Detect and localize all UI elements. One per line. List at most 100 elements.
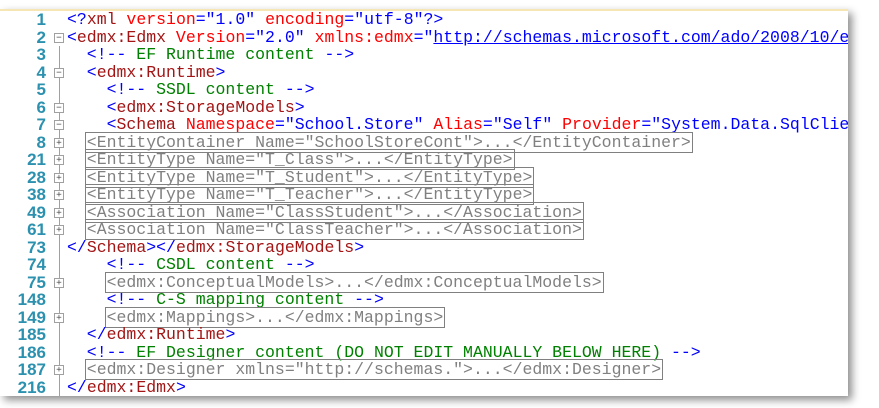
xml-delimiter: <!-- <box>86 45 127 64</box>
xml-delimiter: > <box>175 377 186 396</box>
xml-delimiter: --> <box>324 45 355 64</box>
code-line[interactable]: 73 </Schema></edmx:StorageModels> <box>0 237 848 257</box>
line-number: 186 <box>17 342 46 362</box>
xml-delimiter: > <box>354 237 365 257</box>
fold-guide <box>59 81 60 99</box>
xml-delimiter: < <box>67 27 77 47</box>
element-name: edmx:StorageModels <box>116 97 295 117</box>
xml-delimiter: > <box>215 62 226 82</box>
code-line[interactable]: 5 <!-- SSDL content --> <box>0 81 848 99</box>
code-line[interactable]: 148 <!-- C-S mapping content --> <box>0 291 848 309</box>
xml-delimiter: =" <box>413 27 434 47</box>
comment-text: SSDL content <box>146 80 285 99</box>
xml-delimiter: ></ <box>146 237 176 257</box>
expand-icon[interactable]: + <box>54 137 64 148</box>
element-name: Schema <box>86 237 147 257</box>
line-number: 185 <box>17 325 46 344</box>
code-line[interactable]: 3 <!-- EF Runtime content --> <box>0 46 848 64</box>
xml-delimiter: </ <box>67 237 87 257</box>
code-text: <EntityType Name="T_Teacher">...</Entity… <box>84 184 535 205</box>
code-line[interactable]: 38 + <EntityType Name="T_Teacher">...</Ent… <box>0 184 848 205</box>
expand-icon[interactable]: + <box>54 312 64 323</box>
line-number: 74 <box>27 255 46 274</box>
attribute-name: version <box>116 10 196 29</box>
element-name: xml <box>86 10 117 29</box>
line-number: 49 <box>27 202 46 222</box>
collapse-icon[interactable]: − <box>54 120 64 130</box>
code-text: </edmx:Runtime> <box>87 326 236 344</box>
attribute-value: "utf-8" <box>354 10 424 29</box>
code-line[interactable]: 185 </edmx:Runtime> <box>0 326 848 344</box>
xml-delimiter: < <box>106 97 117 117</box>
code-text: <edmx:StorageModels> <box>106 97 305 117</box>
code-text: </Schema></edmx:StorageModels> <box>67 237 365 257</box>
element-name: edmx:StorageModels <box>175 237 355 257</box>
fold-guide <box>59 238 60 256</box>
xml-delimiter: > <box>294 97 305 117</box>
line-number: 38 <box>27 185 46 204</box>
attribute-value: "2.0" <box>255 27 305 47</box>
code-line[interactable]: 187 + <edmx:Designer xmlns="http://schemas… <box>0 359 848 380</box>
expand-icon[interactable]: + <box>54 190 64 200</box>
code-text: <!-- SSDL content --> <box>107 81 315 99</box>
collapse-icon[interactable]: − <box>54 32 64 43</box>
expand-icon[interactable]: + <box>54 155 64 165</box>
xml-delimiter: --> <box>671 342 701 362</box>
code-text: <edmx:Runtime> <box>86 62 226 82</box>
xml-delimiter: </ <box>86 325 107 344</box>
expand-icon[interactable]: + <box>54 207 64 218</box>
code-line[interactable]: 74 <!-- CSDL content --> <box>0 256 848 274</box>
expand-icon[interactable]: + <box>54 172 64 183</box>
code-line[interactable]: 61 + <Association Name="ClassTeacher">...<… <box>0 219 848 240</box>
expand-icon[interactable]: + <box>54 225 64 235</box>
element-name: edmx:Runtime <box>96 62 216 82</box>
fold-guide <box>59 256 60 274</box>
code-line[interactable]: 4− <edmx:Runtime> <box>0 62 848 82</box>
code-line[interactable]: 149 + <edmx:Mappings>...</edmx:Mappings> <box>0 306 848 328</box>
code-text: </edmx:Edmx> <box>67 377 186 397</box>
line-number: 61 <box>27 220 46 239</box>
line-number: 21 <box>27 150 46 169</box>
code-line[interactable]: 1 <?xml version="1.0" encoding="utf-8"?> <box>0 11 848 29</box>
xml-delimiter: --> <box>284 80 315 99</box>
line-number: 8 <box>36 132 46 152</box>
line-number: 148 <box>17 290 46 309</box>
code-text: <!-- C-S mapping content --> <box>107 291 384 309</box>
collapse-icon[interactable]: − <box>54 102 64 113</box>
namespace-link[interactable]: http://schemas.microsoft.com/ado/2008/10… <box>433 28 848 47</box>
line-number: 5 <box>36 80 46 99</box>
code-text: <?xml version="1.0" encoding="utf-8"?> <box>67 11 443 29</box>
fold-guide <box>59 343 60 361</box>
xml-delimiter: = <box>245 27 256 47</box>
xml-editor[interactable]: 1 <?xml version="1.0" encoding="utf-8"?> 2… <box>0 9 848 396</box>
attribute-name: xmlns:edmx <box>304 27 414 47</box>
fold-guide <box>59 326 60 344</box>
line-number: 3 <box>36 45 46 64</box>
code-text: <edmx:Designer xmlns="http://schemas.">.… <box>84 359 664 380</box>
code-line[interactable]: 6− <edmx:StorageModels> <box>0 97 848 117</box>
xml-delimiter: < <box>86 62 97 82</box>
line-number: 75 <box>27 272 46 292</box>
line-number: 216 <box>17 377 46 396</box>
line-number: 149 <box>17 307 46 327</box>
xml-delimiter: = <box>344 10 355 29</box>
attribute-value: "1.0" <box>205 10 256 29</box>
element-name: edmx:Edmx <box>86 377 176 396</box>
line-number: 7 <box>36 115 46 134</box>
code-line[interactable]: 2− <edmx:Edmx Version="2.0" xmlns:edmx="h… <box>0 27 848 47</box>
collapse-icon[interactable]: − <box>54 67 64 78</box>
code-text: <Association Name="ClassTeacher">...</As… <box>84 219 584 240</box>
expand-icon[interactable]: + <box>54 277 64 288</box>
line-number: 1 <box>36 10 46 29</box>
code-line[interactable]: 21 + <EntityType Name="T_Class">...</Entit… <box>0 149 848 170</box>
expand-icon[interactable]: + <box>54 365 64 375</box>
element-name: edmx:Edmx <box>76 27 167 47</box>
code-text: <edmx:Edmx Version="2.0" xmlns:edmx="htt… <box>67 27 848 47</box>
code-line[interactable]: 75 + <edmx:ConceptualModels>...</edmx:Conc… <box>0 271 848 293</box>
code-line[interactable]: 7− <Schema Namespace="School.Store" Alias… <box>0 116 848 134</box>
line-number: 4 <box>36 62 46 82</box>
line-number: 2 <box>36 27 46 47</box>
fold-guide <box>59 378 60 396</box>
code-line[interactable]: 216 </edmx:Edmx> <box>0 377 848 397</box>
fold-guide <box>59 46 60 64</box>
